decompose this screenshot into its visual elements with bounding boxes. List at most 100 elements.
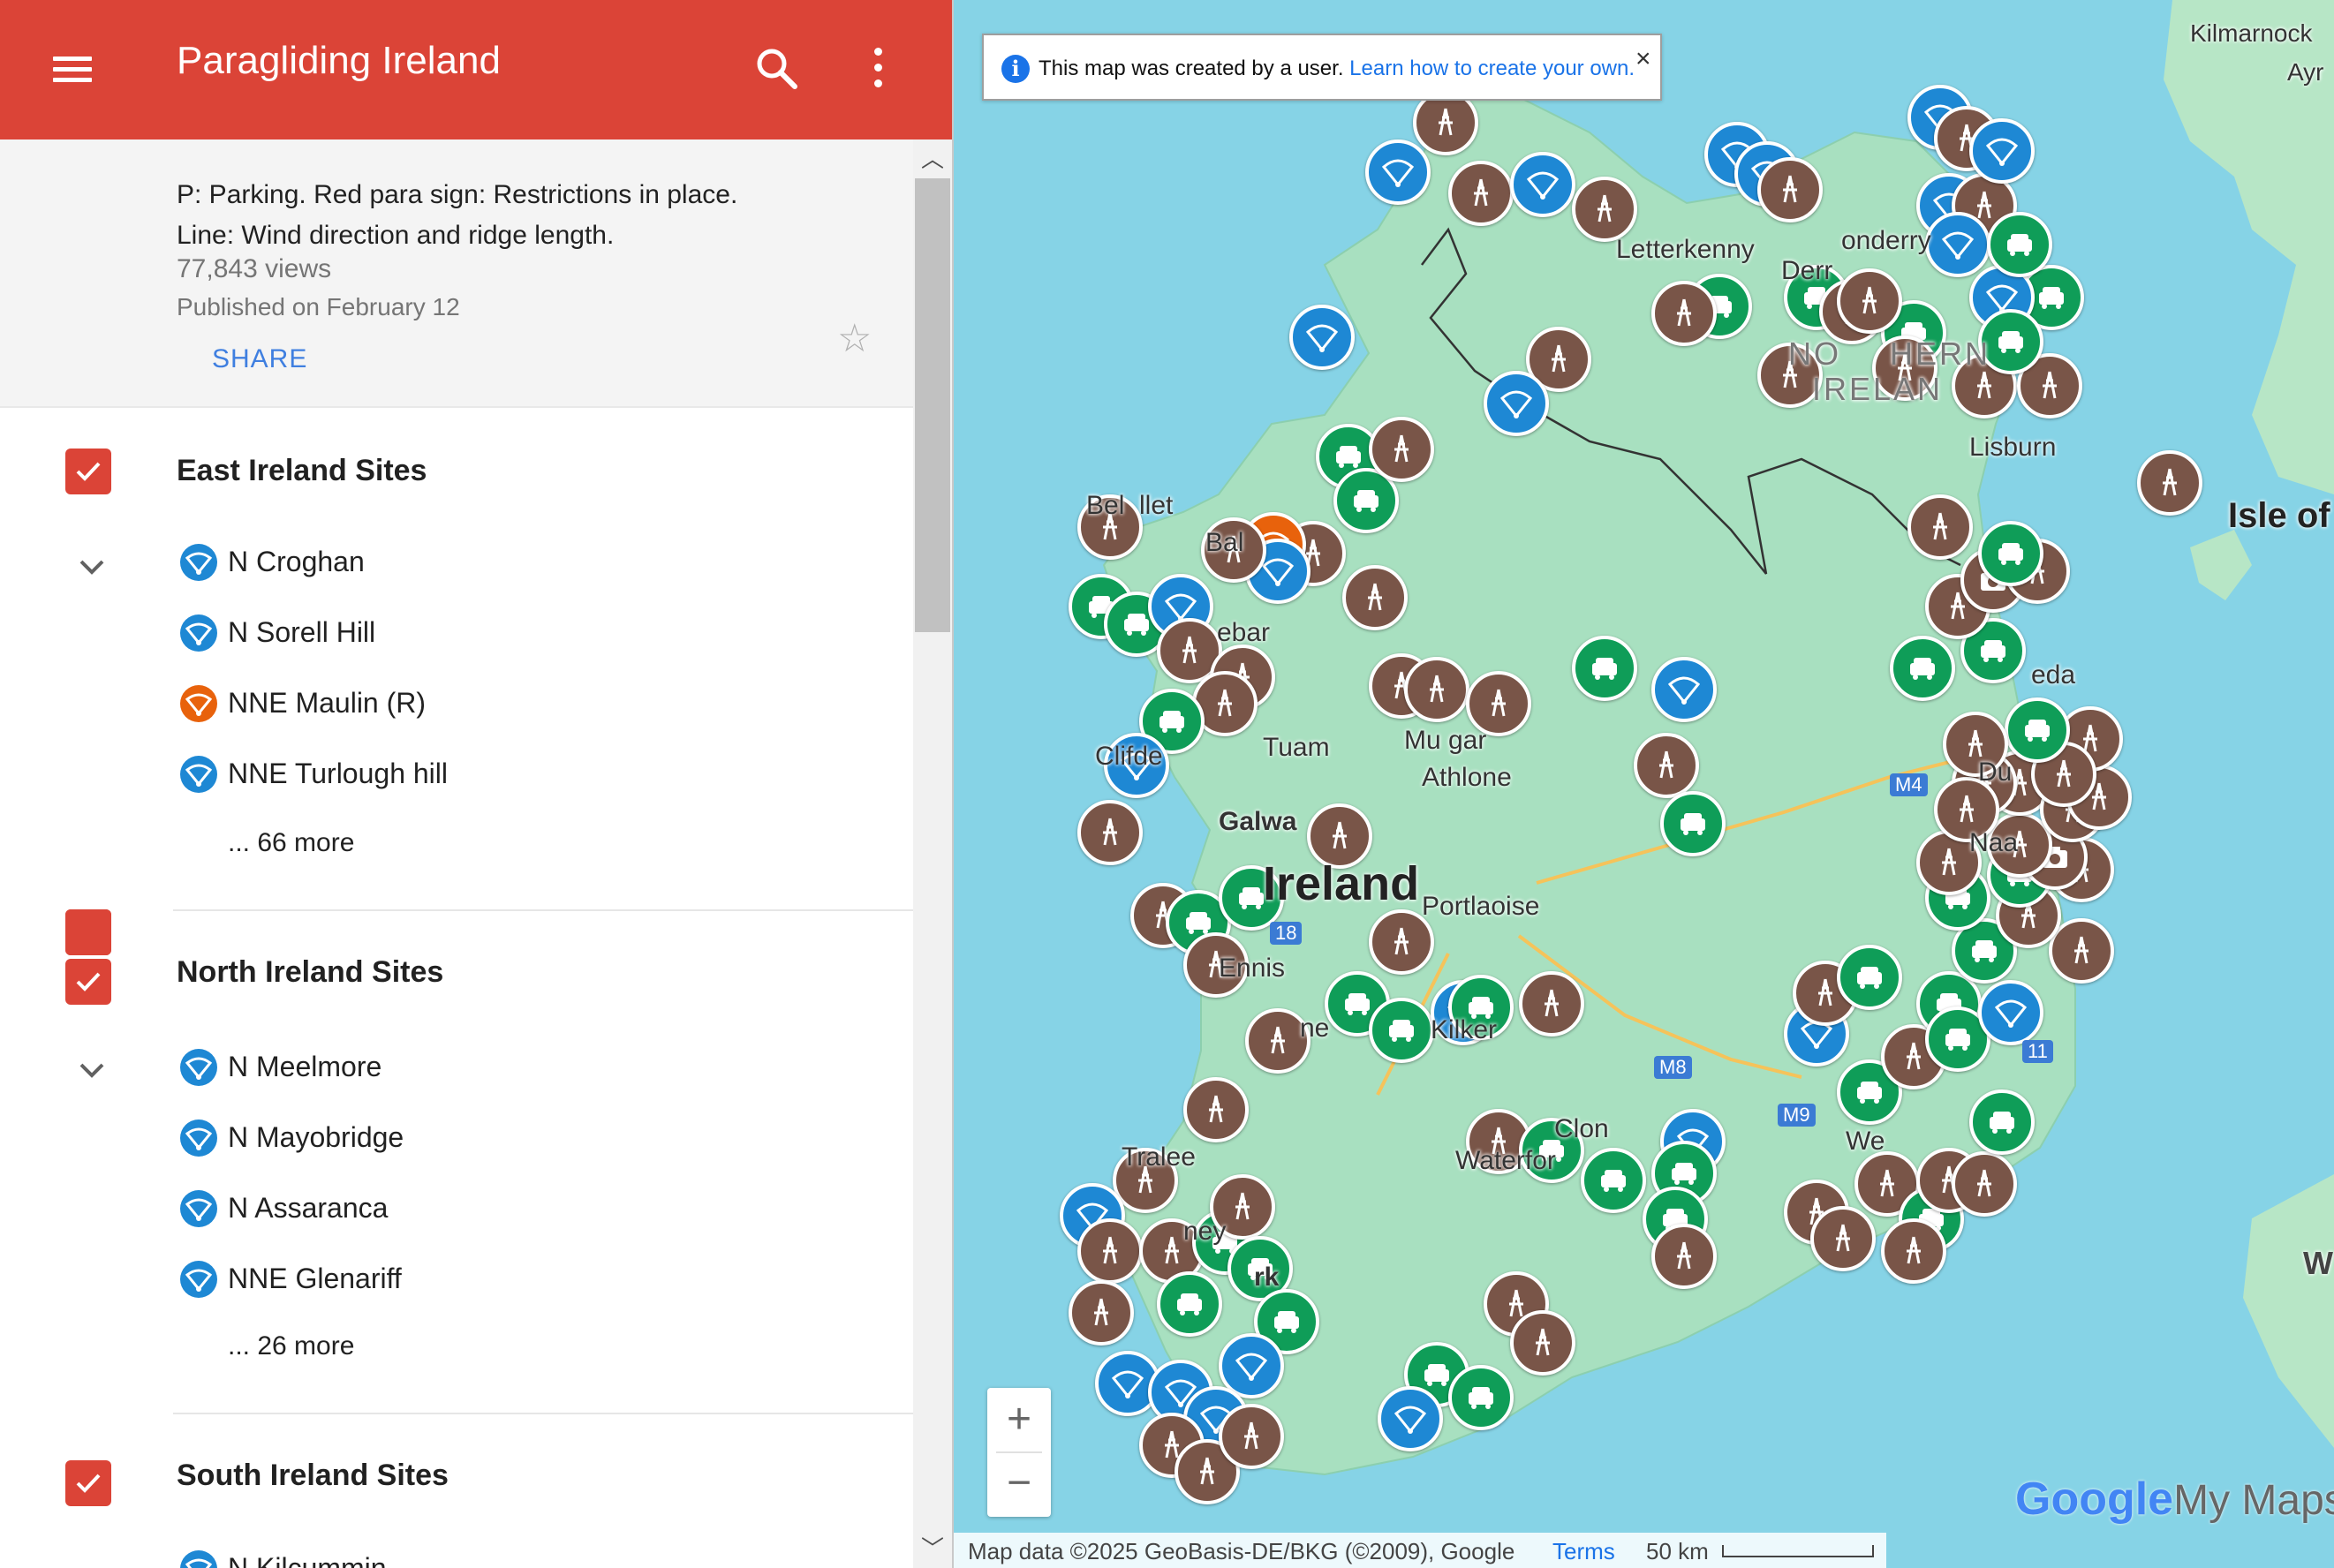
launch-site-marker[interactable] [1952,1151,2017,1217]
town-label: Clon [1554,1114,1609,1143]
map-canvas[interactable]: Ireland Isle of Kilmarnock Ayr Letterken… [954,0,2334,1568]
map-description: P: Parking. Red para sign: Restrictions … [177,180,738,250]
paraglider-site-marker[interactable] [1378,1386,1443,1451]
town-label: Athlone [1422,763,1512,792]
launch-site-marker[interactable] [1837,268,1902,334]
launch-site-marker[interactable] [1810,1206,1876,1271]
launch-site-marker[interactable] [1572,177,1637,242]
sidebar-scrollbar[interactable]: ︿ ﹀ [913,139,952,1568]
chevron-down-icon[interactable] [74,1058,110,1084]
search-button[interactable] [751,42,804,95]
region-label: IRELAN [1812,371,1944,407]
divider [173,909,913,911]
launch-site-marker[interactable] [1634,733,1699,798]
town-label: Naa [1969,828,2019,857]
close-icon[interactable]: × [1635,44,1651,74]
paraglider-icon [180,1261,217,1298]
map-info-panel: P: Parking. Red para sign: Restrictions … [0,139,913,408]
scroll-down-arrow-icon[interactable]: ﹀ [913,1529,952,1568]
city-label: rk [1254,1263,1280,1292]
launch-site-marker[interactable] [1404,657,1469,722]
layer-title: North Ireland Sites [177,955,444,989]
launch-site-marker[interactable] [1448,161,1514,226]
paraglider-icon [180,756,217,793]
launch-site-marker[interactable] [2137,450,2202,516]
map-attribution: Map data ©2025 GeoBasis-DE/BKG (©2009), … [968,1538,1515,1564]
chevron-down-icon[interactable] [74,554,110,581]
google-my-maps-logo: GoogleMy Maps [2015,1474,2334,1525]
share-button[interactable]: SHARE [212,344,307,374]
parking-marker[interactable] [1369,998,1434,1063]
menu-button[interactable] [46,46,99,94]
view-count: 77,843 views [177,254,332,283]
user-map-notice: i This map was created by a user. Learn … [982,34,1662,101]
show-more-link[interactable]: ... 26 more [228,1331,354,1361]
town-label: Portlaoise [1422,892,1540,921]
highway-label: M4 [1890,773,1928,796]
launch-site-marker[interactable] [1510,1310,1575,1376]
learn-more-link[interactable]: Learn how to create your own. [1349,57,1635,80]
highway-label: M9 [1778,1104,1816,1127]
parking-marker[interactable] [1581,1148,1646,1213]
launch-site-marker[interactable] [1069,1280,1134,1346]
launch-site-marker[interactable] [1219,1404,1284,1469]
more-options-button[interactable] [861,42,896,95]
paraglider-site-marker[interactable] [1510,152,1575,217]
paraglider-site-marker[interactable] [1978,980,2043,1045]
published-date: Published on February 12 [177,293,460,320]
town-label: Bal [1205,528,1244,557]
town-label: Lisburn [1969,433,2057,462]
launch-site-marker[interactable] [1519,971,1584,1037]
parking-marker[interactable] [1890,636,1955,701]
launch-site-marker[interactable] [1881,1218,1946,1284]
town-label: Mu [1404,726,1441,755]
parking-marker[interactable] [1969,1089,2035,1155]
terms-link[interactable]: Terms [1552,1538,1615,1565]
parking-marker[interactable] [1978,521,2043,586]
sidebar: Paragliding Ireland P: Parking. Red para… [0,0,954,1568]
scroll-thumb[interactable] [915,178,950,632]
launch-site-marker[interactable] [1183,1077,1249,1142]
paraglider-site-marker[interactable] [1925,212,1990,277]
launch-site-marker[interactable] [1342,565,1408,630]
launch-site-marker[interactable] [1757,157,1823,222]
show-more-link[interactable]: ... 66 more [228,828,354,858]
zoom-in-button[interactable]: + [987,1388,1051,1451]
town-label: Kilker [1431,1015,1498,1044]
parking-marker[interactable] [1448,1365,1514,1430]
paraglider-site-marker[interactable] [1365,139,1431,205]
region-label: W [2303,1245,2333,1281]
launch-site-marker[interactable] [1651,1224,1717,1289]
paraglider-site-marker[interactable] [1484,371,1549,436]
highway-label: 18 [1270,922,1303,945]
scroll-up-arrow-icon[interactable]: ︿ [913,139,952,178]
paraglider-site-marker[interactable] [1969,118,2035,184]
paraglider-site-marker[interactable] [1651,657,1717,722]
launch-site-marker[interactable] [1907,494,1973,560]
launch-site-marker[interactable] [1077,800,1143,865]
parking-marker[interactable] [1572,636,1637,701]
paraglider-icon [180,544,217,581]
town-label: ney [1183,1217,1227,1246]
layer-checkbox-shadow [65,909,111,955]
parking-marker[interactable] [1660,791,1726,856]
launch-site-marker[interactable] [1077,1218,1143,1284]
layer-checkbox[interactable] [65,449,111,494]
launch-site-marker[interactable] [1369,417,1434,482]
info-icon: i [1001,55,1030,83]
launch-site-marker[interactable] [1651,281,1717,346]
layer-checkbox[interactable] [65,959,111,1005]
layer-title: East Ireland Sites [177,454,427,487]
zoom-out-button[interactable]: − [987,1453,1051,1517]
star-icon[interactable]: ☆ [837,316,872,361]
layer-checkbox[interactable] [65,1460,111,1506]
paraglider-icon [180,1190,217,1227]
parking-marker[interactable] [1987,212,2052,277]
town-label: Ennis [1219,954,1286,983]
parking-marker[interactable] [1157,1271,1222,1337]
paraglider-site-marker[interactable] [1289,305,1355,370]
layer-title: South Ireland Sites [177,1459,449,1492]
parking-marker[interactable] [1837,945,1902,1010]
checkmark-icon [76,462,101,481]
parking-marker[interactable] [2005,697,2070,763]
